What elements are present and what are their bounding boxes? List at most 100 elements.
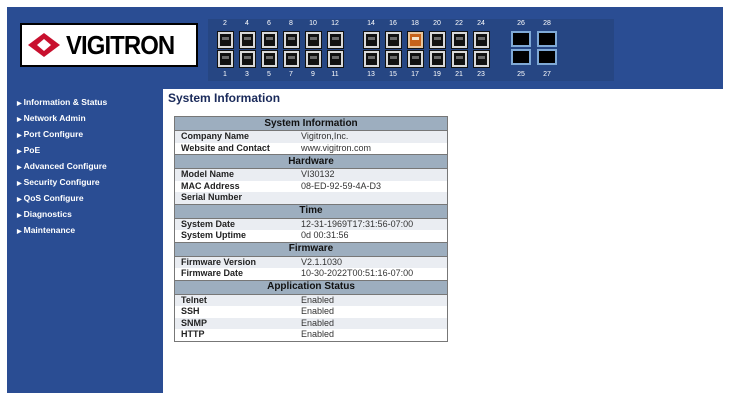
sidebar-item-label: PoE bbox=[23, 145, 41, 155]
sfp-port-28[interactable] bbox=[537, 31, 557, 47]
row-value: 12-31-1969T17:31:56-07:00 bbox=[295, 218, 448, 230]
triangle-right-icon: ▶ bbox=[17, 213, 22, 219]
sidebar-item-poe[interactable]: ▶ PoE bbox=[17, 145, 40, 155]
ethernet-port-10[interactable] bbox=[305, 31, 322, 49]
ethernet-port-20[interactable] bbox=[429, 31, 446, 49]
ethernet-port-13[interactable] bbox=[363, 50, 380, 68]
row-value: Enabled bbox=[295, 329, 448, 341]
ethernet-port-24[interactable] bbox=[473, 31, 490, 49]
sidebar-item-label: Maintenance bbox=[23, 225, 76, 235]
ethernet-port-8[interactable] bbox=[283, 31, 300, 49]
table-row: Serial Number bbox=[174, 192, 448, 204]
row-value: 08-ED-92-59-4A-D3 bbox=[295, 180, 448, 192]
port-number-label: 8 bbox=[289, 20, 293, 27]
ethernet-port-1[interactable] bbox=[217, 50, 234, 68]
sidebar-item-information-status[interactable]: ▶ Information & Status bbox=[17, 97, 107, 107]
sfp-port-25[interactable] bbox=[511, 49, 531, 65]
section-header: Application Status bbox=[174, 279, 448, 295]
ethernet-port-23[interactable] bbox=[473, 50, 490, 68]
sfp-port-26[interactable] bbox=[511, 31, 531, 47]
port-number-label: 2 bbox=[223, 20, 227, 27]
table-row: SNMP Enabled bbox=[174, 317, 448, 329]
ethernet-port-17[interactable] bbox=[407, 50, 424, 68]
triangle-right-icon: ▶ bbox=[17, 197, 22, 203]
port-number-label: 4 bbox=[245, 20, 249, 27]
port-number-label: 24 bbox=[477, 20, 485, 27]
sfp-port-27[interactable] bbox=[537, 49, 557, 65]
ethernet-port-18[interactable] bbox=[407, 31, 424, 49]
triangle-right-icon: ▶ bbox=[17, 181, 22, 187]
port-number-label: 1 bbox=[223, 71, 227, 78]
port-number-label: 3 bbox=[245, 71, 249, 78]
sidebar-item-label: Network Admin bbox=[23, 113, 86, 123]
ethernet-port-6[interactable] bbox=[261, 31, 278, 49]
table-row: Company Name Vigitron,Inc. bbox=[174, 130, 448, 143]
sidebar-item-network-admin[interactable]: ▶ Network Admin bbox=[17, 113, 86, 123]
sidebar-item-label: Diagnostics bbox=[23, 209, 72, 219]
port-number-label: 5 bbox=[267, 71, 271, 78]
table-row: MAC Address 08-ED-92-59-4A-D3 bbox=[174, 180, 448, 192]
sidebar-item-port-configure[interactable]: ▶ Port Configure bbox=[17, 129, 83, 139]
row-value: V2.1.1030 bbox=[295, 256, 448, 268]
brand-logo[interactable]: VIGITRON bbox=[20, 23, 198, 67]
ethernet-port-12[interactable] bbox=[327, 31, 344, 49]
row-value: Enabled bbox=[295, 317, 448, 329]
section-header: Hardware bbox=[174, 154, 448, 169]
sidebar-item-advanced-configure[interactable]: ▶ Advanced Configure bbox=[17, 161, 107, 171]
triangle-right-icon: ▶ bbox=[17, 149, 22, 155]
ethernet-port-4[interactable] bbox=[239, 31, 256, 49]
sidebar-item-qos-configure[interactable]: ▶ QoS Configure bbox=[17, 193, 84, 203]
ethernet-port-7[interactable] bbox=[283, 50, 300, 68]
page-title: System Information bbox=[168, 91, 281, 105]
ethernet-port-22[interactable] bbox=[451, 31, 468, 49]
port-number-label: 23 bbox=[477, 71, 485, 78]
sidebar-nav: ▶ Information & Status ▶ Network Admin ▶ Po… bbox=[7, 89, 163, 393]
table-row: HTTP Enabled bbox=[174, 329, 448, 341]
table-row: Firmware Version V2.1.1030 bbox=[174, 256, 448, 268]
ethernet-port-9[interactable] bbox=[305, 50, 322, 68]
port-number-label: 18 bbox=[411, 20, 419, 27]
section-header: System Information bbox=[174, 116, 448, 131]
row-label: SNMP bbox=[174, 317, 295, 329]
table-row: Website and Contact www.vigitron.com bbox=[174, 142, 448, 155]
port-number-label: 16 bbox=[389, 20, 397, 27]
ethernet-port-2[interactable] bbox=[217, 31, 234, 49]
ethernet-port-19[interactable] bbox=[429, 50, 446, 68]
row-label: MAC Address bbox=[174, 180, 295, 192]
ethernet-port-3[interactable] bbox=[239, 50, 256, 68]
ethernet-port-5[interactable] bbox=[261, 50, 278, 68]
ethernet-port-14[interactable] bbox=[363, 31, 380, 49]
header-bar: VIGITRON 2 1 4 3 6 5 8 7 10 9 12 11 14 13 16 15 18 17 20 19… bbox=[7, 7, 723, 89]
port-number-label: 27 bbox=[543, 71, 551, 78]
row-value: Enabled bbox=[295, 306, 448, 318]
ethernet-port-15[interactable] bbox=[385, 50, 402, 68]
row-value: VI30132 bbox=[295, 168, 448, 181]
sidebar-item-label: QoS Configure bbox=[23, 193, 84, 203]
sidebar-item-label: Security Configure bbox=[23, 177, 100, 187]
row-label: System Uptime bbox=[174, 230, 295, 242]
triangle-right-icon: ▶ bbox=[17, 165, 22, 171]
sidebar-item-security-configure[interactable]: ▶ Security Configure bbox=[17, 177, 100, 187]
row-value bbox=[295, 192, 448, 204]
sidebar-item-diagnostics[interactable]: ▶ Diagnostics bbox=[17, 209, 72, 219]
triangle-right-icon: ▶ bbox=[17, 117, 22, 123]
row-label: Model Name bbox=[174, 168, 295, 181]
table-row: SSH Enabled bbox=[174, 306, 448, 318]
row-value: Enabled bbox=[295, 294, 448, 306]
sidebar-item-maintenance[interactable]: ▶ Maintenance bbox=[17, 225, 75, 235]
brand-diamond-icon bbox=[28, 33, 60, 57]
triangle-right-icon: ▶ bbox=[17, 133, 22, 139]
port-number-label: 20 bbox=[433, 20, 441, 27]
port-number-label: 22 bbox=[455, 20, 463, 27]
port-number-label: 15 bbox=[389, 71, 397, 78]
port-number-label: 11 bbox=[331, 71, 339, 78]
ethernet-port-11[interactable] bbox=[327, 50, 344, 68]
ethernet-port-21[interactable] bbox=[451, 50, 468, 68]
table-row: Telnet Enabled bbox=[174, 294, 448, 306]
port-number-label: 10 bbox=[309, 20, 317, 27]
table-row: System Uptime 0d 00:31:56 bbox=[174, 230, 448, 242]
ethernet-port-16[interactable] bbox=[385, 31, 402, 49]
row-label: Telnet bbox=[174, 294, 295, 306]
table-row: Firmware Date 10-30-2022T00:51:16-07:00 bbox=[174, 268, 448, 280]
row-label: Serial Number bbox=[174, 192, 295, 204]
